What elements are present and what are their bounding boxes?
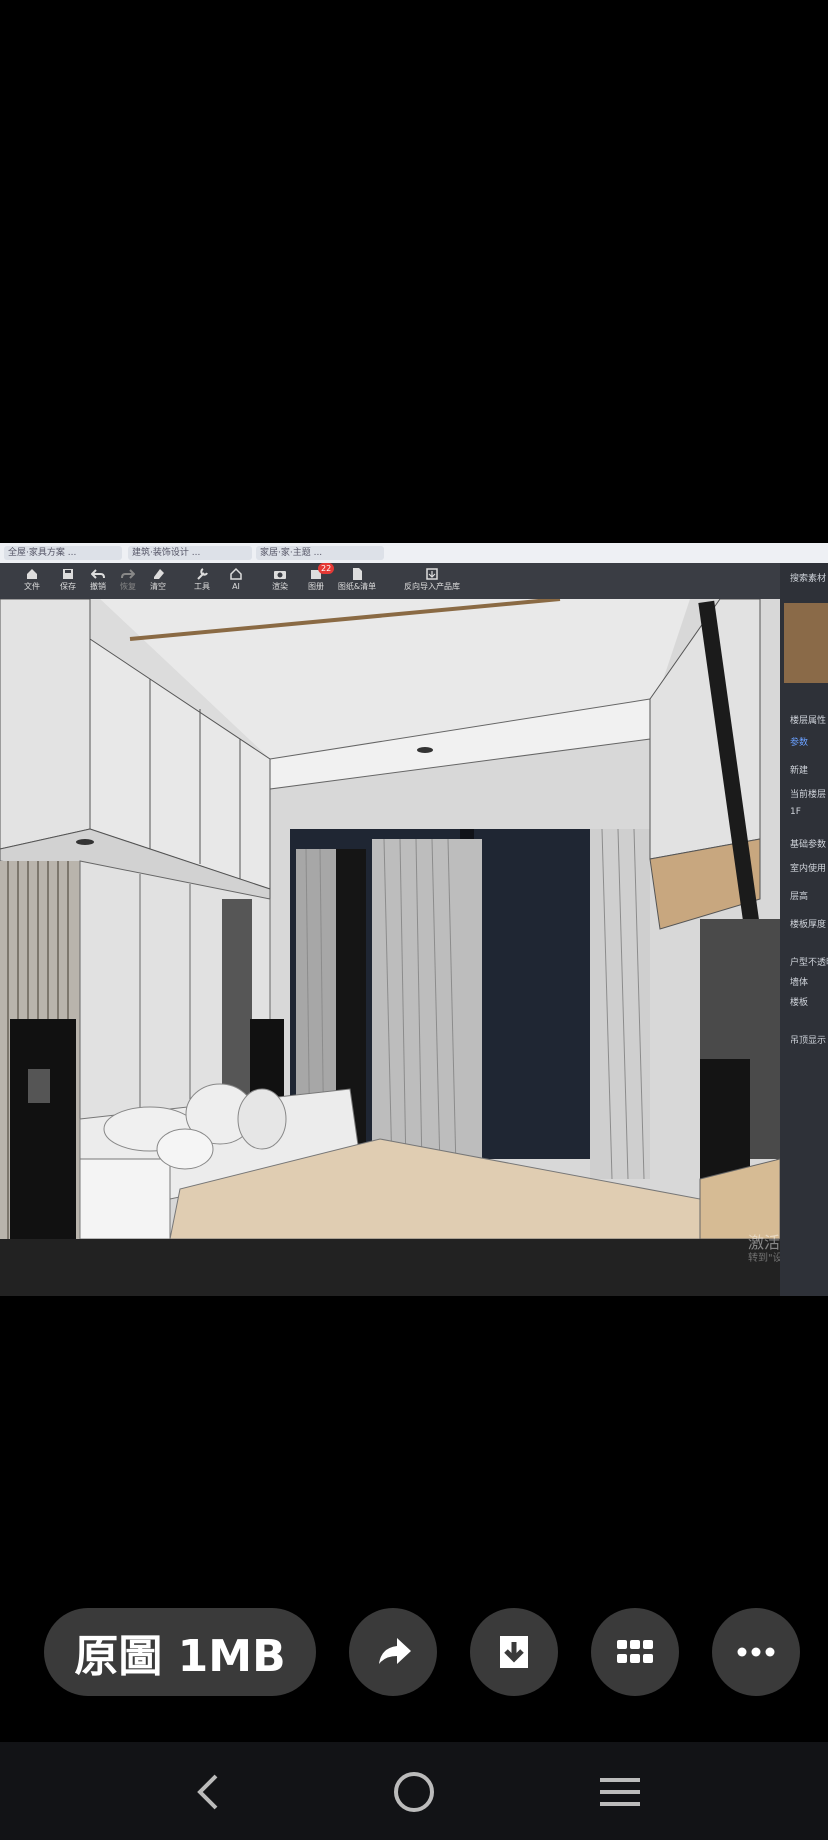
original-image-button[interactable]: 原圖 1MB (44, 1608, 316, 1696)
render-button[interactable]: 渲染 (262, 565, 298, 597)
floor-attr-title: 楼层属性 (790, 716, 827, 726)
clear-button[interactable]: 清空 (140, 565, 176, 597)
back-chevron-icon (197, 1774, 218, 1810)
nav-back-button[interactable] (180, 1764, 236, 1820)
material-thumbnail[interactable] (784, 603, 828, 683)
app-toolbar: 文件 保存 撤销 恢复 清空 工具 AI 渲染 22 图册 图纸&清单 反向导入… (0, 563, 780, 599)
basic-params-label: 基础参数 (790, 840, 827, 850)
tools-label: 工具 (194, 582, 210, 591)
clear-label: 清空 (150, 582, 166, 591)
wrench-icon (197, 568, 208, 580)
eraser-icon (154, 569, 164, 579)
home-icon (27, 569, 37, 579)
menu-lines-icon (600, 1778, 640, 1806)
drawings-list-label: 图纸&清单 (337, 582, 377, 591)
grid-view-button[interactable] (591, 1608, 679, 1696)
browser-tab[interactable]: 建筑·装饰设计 ... (128, 546, 252, 560)
browser-tab-strip: 全屋·家具方案 ... 建筑·装饰设计 ... 家居·家·主题 ... (0, 543, 828, 563)
browser-tab[interactable]: 家居·家·主题 ... (256, 546, 384, 560)
nav-recents-button[interactable] (592, 1764, 648, 1820)
save-icon (63, 569, 73, 579)
render-label: 渲染 (272, 582, 288, 591)
tab-param[interactable]: 参数 (790, 735, 808, 748)
more-dots-icon (737, 1647, 775, 1657)
right-properties-panel: 搜索素材 楼层属性 参数 新建 当前楼层 1F 基础参数 室内使用 层高 楼板厚… (780, 563, 828, 1296)
file-label: 文件 (24, 582, 40, 591)
indoor-use-label: 室内使用 (790, 864, 827, 874)
camera-icon (274, 571, 286, 579)
new-button[interactable]: 新建 (790, 763, 808, 776)
reverse-import-button[interactable]: 反向导入产品库 (400, 565, 464, 597)
slab-thickness-label: 楼板厚度 (790, 920, 827, 930)
home-circle-icon (394, 1772, 434, 1812)
more-options-button[interactable] (712, 1608, 800, 1696)
floor-slab-label: 楼板 (790, 998, 809, 1008)
wall-label: 墙体 (790, 978, 809, 988)
browser-tab[interactable]: 全屋·家具方案 ... (4, 546, 122, 560)
ai-label: AI (232, 582, 240, 591)
nav-home-button[interactable] (386, 1764, 442, 1820)
search-material-field[interactable]: 搜索素材 (790, 571, 826, 584)
ai-button[interactable]: AI (218, 565, 254, 597)
unit-opacity-label: 户型不透明 (790, 958, 828, 968)
tools-button[interactable]: 工具 (184, 565, 220, 597)
drawings-count-badge: 22 (318, 563, 335, 574)
drawings-button[interactable]: 22 图册 (298, 563, 335, 597)
ceiling-display-label: 吊顶显示 (790, 1036, 827, 1046)
grid-icon (617, 1640, 653, 1663)
import-icon (426, 568, 438, 580)
download-icon (500, 1636, 528, 1668)
room-render (0, 599, 780, 1239)
drawings-label: 图册 (308, 582, 324, 591)
current-floor-label: 当前楼层 (790, 790, 827, 800)
document-icon (353, 568, 362, 580)
floor-height-label: 层高 (790, 892, 809, 902)
share-arrow-icon (379, 1638, 411, 1664)
floor-select[interactable]: 1F (790, 807, 801, 817)
undo-icon (91, 569, 105, 579)
ai-icon (230, 567, 242, 580)
redo-icon (121, 569, 135, 579)
original-image-label: 原圖 1MB (74, 1631, 286, 1682)
share-button[interactable] (349, 1608, 437, 1696)
3d-viewport[interactable]: 929 % (0, 599, 780, 1239)
drawings-list-button[interactable]: 图纸&清单 (334, 565, 380, 597)
reverse-import-label: 反向导入产品库 (404, 582, 460, 591)
file-button[interactable]: 文件 (14, 565, 50, 597)
embedded-screenshot: 全屋·家具方案 ... 建筑·装饰设计 ... 家居·家·主题 ... 文件 保… (0, 543, 828, 1296)
download-button[interactable] (470, 1608, 558, 1696)
